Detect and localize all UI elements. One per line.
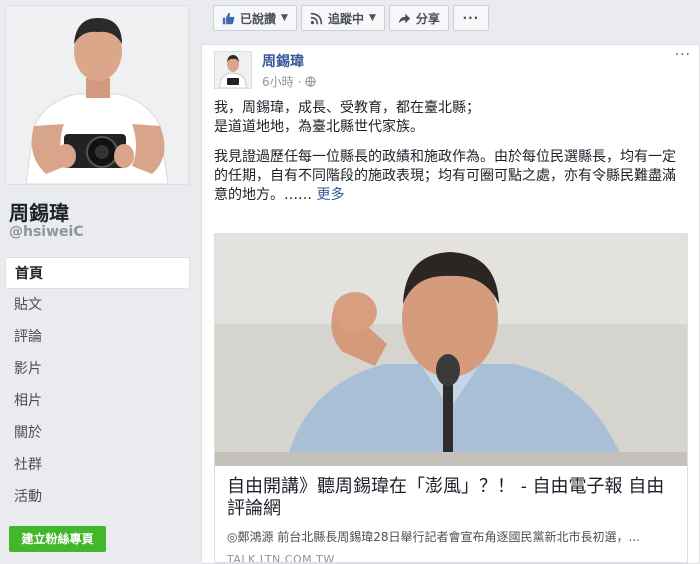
see-more-link[interactable]: 更多 [316, 187, 344, 203]
link-domain: TALK.LTN.COM.TW [227, 553, 335, 563]
globe-icon[interactable] [305, 76, 317, 87]
speaker-photo [215, 234, 687, 466]
post-card: 周錫瑋 6小時 · ··· 我，周錫瑋，成長、受教育，都在臺北縣； 是道道地地，… [201, 44, 700, 564]
post-options-icon[interactable]: ··· [675, 47, 691, 63]
nav-item-about[interactable]: 關於 [5, 417, 190, 449]
link-title[interactable]: 自由開講》聽周錫瑋在「澎風」？！ - 自由電子報 自由評論網 [227, 476, 675, 520]
avatar-photo [215, 52, 251, 88]
post-meta: 6小時 · [262, 73, 317, 90]
nav-item-community[interactable]: 社群 [5, 449, 190, 481]
author-avatar[interactable] [214, 51, 252, 89]
post-author[interactable]: 周錫瑋 [262, 51, 304, 71]
share-button[interactable]: 分享 [388, 5, 449, 31]
page-nav: 首頁 貼文 評論 影片 相片 關於 社群 活動 [5, 257, 190, 513]
post-paragraph-2: 我見證過歷任每一位縣長的政績和施政作為。由於每位民選縣長，均有一定的任期，自有不… [214, 148, 684, 205]
page-handle[interactable]: @hsiweiC [9, 224, 84, 240]
page-action-bar: 已說讚 ▼ 追蹤中 ▼ 分享 ··· [213, 5, 489, 31]
left-column: 周錫瑋 @hsiweiC 首頁 貼文 評論 影片 相片 關於 社群 活動 建立粉… [0, 0, 198, 557]
link-preview-body[interactable]: 自由開講》聽周錫瑋在「澎風」？！ - 自由電子報 自由評論網 ◎鄭鴻源 前台北縣… [215, 466, 687, 563]
caret-down-icon: ▼ [368, 13, 376, 23]
more-options-button[interactable]: ··· [452, 5, 489, 31]
create-page-button[interactable]: 建立粉絲專頁 [9, 526, 106, 552]
nav-item-photos[interactable]: 相片 [5, 385, 190, 417]
post-time[interactable]: 6小時 [262, 73, 294, 90]
following-label: 追蹤中 [327, 11, 364, 26]
nav-item-events[interactable]: 活動 [5, 481, 190, 513]
link-preview[interactable]: 自由開講》聽周錫瑋在「澎風」？！ - 自由電子報 自由評論網 ◎鄭鴻源 前台北縣… [214, 233, 688, 563]
liked-label: 已說讚 [240, 11, 277, 26]
caret-down-icon: ▼ [281, 13, 288, 23]
meta-separator: · [297, 74, 302, 89]
profile-photo [6, 6, 188, 184]
nav-item-reviews[interactable]: 評論 [5, 321, 190, 353]
link-description: ◎鄭鴻源 前台北縣長周錫瑋28日舉行記者會宣布角逐國民黨新北市長初選，... [227, 530, 641, 544]
following-button[interactable]: 追蹤中 ▼ [300, 5, 385, 31]
liked-button[interactable]: 已說讚 ▼ [213, 5, 297, 31]
thumbs-up-icon [222, 12, 235, 24]
nav-item-home[interactable]: 首頁 [5, 257, 190, 289]
post-body: 我，周錫瑋，成長、受教育，都在臺北縣； 是道道地地，為臺北縣世代家族。 我見證過… [214, 99, 684, 216]
post-paragraph-1: 我，周錫瑋，成長、受教育，都在臺北縣； 是道道地地，為臺北縣世代家族。 [214, 100, 480, 135]
nav-item-posts[interactable]: 貼文 [5, 289, 190, 321]
rss-icon [310, 12, 323, 24]
page-name[interactable]: 周錫瑋 [9, 197, 69, 226]
post-paragraph-2-text: 我見證過歷任每一位縣長的政績和施政作為。由於每位民選縣長，均有一定的任期，自有不… [214, 149, 676, 203]
share-label: 分享 [415, 11, 440, 26]
link-preview-image[interactable] [215, 234, 687, 466]
profile-picture[interactable] [5, 5, 189, 185]
share-arrow-icon [398, 13, 411, 23]
nav-item-videos[interactable]: 影片 [5, 353, 190, 385]
